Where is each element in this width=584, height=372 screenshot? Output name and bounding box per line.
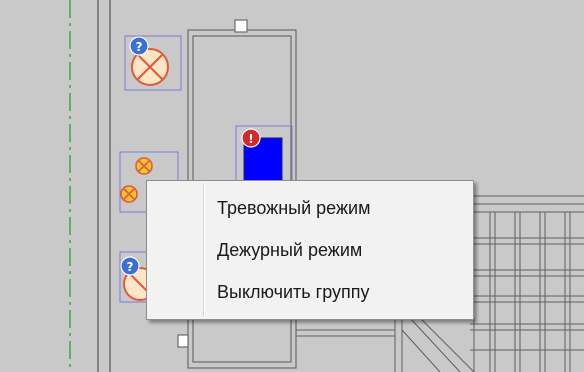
alarm-device-marker[interactable]: !: [235, 125, 293, 185]
left-wall: [97, 0, 111, 372]
menu-item-standby-mode[interactable]: Дежурный режим: [149, 231, 471, 269]
right-structure: [470, 195, 584, 372]
svg-text:?: ?: [127, 260, 134, 274]
menu-item-disable-group[interactable]: Выключить группу: [149, 273, 471, 311]
question-icon: ?: [129, 36, 149, 56]
lamp-on-icon: [135, 157, 153, 175]
question-icon: ?: [120, 256, 140, 276]
svg-text:!: !: [248, 132, 253, 146]
menu-item-alarm-mode[interactable]: Тревожный режим: [149, 189, 471, 227]
stair-structure: [296, 317, 475, 372]
lamp-on-icon: [120, 185, 138, 203]
context-menu: Тревожный режим Дежурный режим Выключить…: [146, 180, 474, 320]
svg-text:?: ?: [136, 40, 143, 54]
exclamation-icon: !: [241, 128, 261, 148]
lamp-marker-1[interactable]: ?: [124, 35, 182, 91]
